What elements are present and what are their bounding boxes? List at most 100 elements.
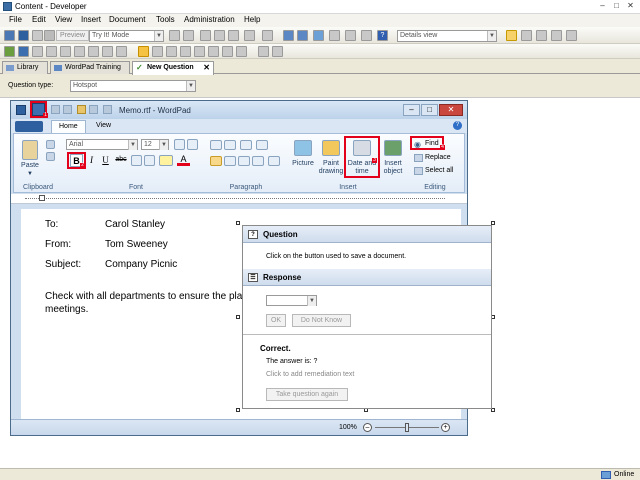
frame-split-icon[interactable]: [74, 46, 85, 57]
preview-button[interactable]: Preview: [56, 30, 89, 41]
tab-wordpad-training[interactable]: WordPad Training: [50, 61, 130, 74]
mode-select[interactable]: Try It! Mode ▼: [89, 30, 164, 42]
check-icon[interactable]: [44, 30, 55, 41]
frame-move-icon[interactable]: [60, 46, 71, 57]
menu-help[interactable]: Help: [244, 15, 260, 24]
paragraph-icon[interactable]: [268, 156, 280, 166]
next-frame-icon[interactable]: [272, 46, 283, 57]
properties-icon[interactable]: [329, 30, 340, 41]
insert-object-icon[interactable]: [384, 140, 402, 156]
close-tab-icon[interactable]: ✕: [203, 63, 210, 72]
question-type-select[interactable]: Hotspot ▼: [70, 80, 196, 92]
quick-undo-icon[interactable]: [51, 105, 60, 114]
increase-indent-icon[interactable]: [224, 140, 236, 150]
action-icon[interactable]: [194, 46, 205, 57]
indent-marker[interactable]: [39, 195, 45, 201]
replace-icon[interactable]: [414, 154, 423, 162]
prev-frame-icon[interactable]: [258, 46, 269, 57]
ok-button[interactable]: OK: [266, 314, 286, 327]
align-right-icon[interactable]: [238, 156, 250, 166]
frame-view-icon[interactable]: [566, 30, 577, 41]
print-icon[interactable]: [361, 30, 372, 41]
help-icon[interactable]: ?: [377, 30, 388, 41]
maximize-button[interactable]: □: [610, 1, 623, 12]
cut-icon[interactable]: [200, 30, 211, 41]
copy-icon[interactable]: [46, 152, 55, 161]
view-select[interactable]: Details view ▼: [397, 30, 497, 42]
paste-icon[interactable]: [228, 30, 239, 41]
align-left-icon[interactable]: [210, 156, 222, 166]
menu-edit[interactable]: Edit: [32, 15, 46, 24]
list-view-icon[interactable]: [521, 30, 532, 41]
paste-icon[interactable]: [22, 140, 38, 160]
selection-handle[interactable]: [236, 408, 240, 412]
outline-view-icon[interactable]: [536, 30, 547, 41]
line-spacing-icon[interactable]: [256, 140, 268, 150]
hotspot-icon[interactable]: [180, 46, 191, 57]
italic-button[interactable]: I: [86, 155, 97, 166]
pencil-icon[interactable]: [138, 46, 149, 57]
minimize-button[interactable]: –: [596, 1, 609, 12]
copy-icon[interactable]: [214, 30, 225, 41]
menu-view[interactable]: View: [55, 15, 72, 24]
selection-handle[interactable]: [236, 315, 240, 319]
menu-file[interactable]: File: [9, 15, 22, 24]
bullets-icon[interactable]: [240, 140, 252, 150]
font-size-select[interactable]: 12 ▼: [141, 139, 169, 150]
wp-minimize-button[interactable]: –: [403, 104, 420, 116]
zoom-in-icon[interactable]: +: [441, 423, 450, 432]
find-icon[interactable]: [262, 30, 273, 41]
font-family-select[interactable]: Arial ▼: [66, 139, 138, 150]
stop-icon[interactable]: [183, 30, 194, 41]
font-color-icon[interactable]: A: [177, 154, 190, 166]
shrink-font-icon[interactable]: [187, 139, 198, 150]
quick-print-icon[interactable]: [89, 105, 98, 114]
quick-preview-icon[interactable]: [103, 105, 112, 114]
insert-frame-icon[interactable]: [4, 46, 15, 57]
layout-view-icon[interactable]: [506, 30, 517, 41]
frame-edit-icon[interactable]: [32, 46, 43, 57]
paint-drawing-icon[interactable]: [322, 140, 340, 156]
wp-maximize-button[interactable]: □: [421, 104, 438, 116]
strikethrough-button[interactable]: abc: [114, 156, 128, 167]
menu-document[interactable]: Document: [109, 15, 145, 24]
ribbon-tab-view[interactable]: View: [89, 120, 118, 133]
lock-icon[interactable]: [32, 30, 43, 41]
frame-merge-icon[interactable]: [88, 46, 99, 57]
select-all-button[interactable]: Select all: [425, 167, 453, 174]
save-frame-icon[interactable]: [18, 46, 29, 57]
redo-icon[interactable]: [297, 30, 308, 41]
frame-paste-icon[interactable]: [116, 46, 127, 57]
take-question-again-button[interactable]: Take question again: [266, 388, 348, 401]
do-not-know-button[interactable]: Do Not Know: [292, 314, 351, 327]
wp-help-icon[interactable]: ?: [453, 121, 462, 130]
bubble-icon[interactable]: [152, 46, 163, 57]
picture-icon[interactable]: [294, 140, 312, 156]
quick-redo-icon[interactable]: [63, 105, 72, 114]
spell-icon[interactable]: [345, 30, 356, 41]
underline-button[interactable]: U: [100, 155, 111, 166]
response-select[interactable]: ▼: [266, 295, 317, 306]
remediation-text[interactable]: Click to add remediation text: [266, 371, 354, 378]
frame-copy-icon[interactable]: [102, 46, 113, 57]
save-icon[interactable]: [18, 30, 29, 41]
new-icon[interactable]: [4, 30, 15, 41]
zoom-out-icon[interactable]: –: [363, 423, 372, 432]
wp-close-button[interactable]: ✕: [439, 104, 463, 116]
frame-delete-icon[interactable]: [46, 46, 57, 57]
tab-library[interactable]: Library: [2, 61, 48, 74]
grow-font-icon[interactable]: [174, 139, 185, 150]
delete-icon[interactable]: [244, 30, 255, 41]
align-center-icon[interactable]: [224, 156, 236, 166]
cut-icon[interactable]: [46, 140, 55, 149]
ribbon-tab-home[interactable]: Home: [51, 120, 86, 133]
align-left-icon[interactable]: [208, 46, 219, 57]
decrease-indent-icon[interactable]: [210, 140, 222, 150]
record-icon[interactable]: [169, 30, 180, 41]
paste-dropdown-icon[interactable]: ▼: [18, 170, 42, 178]
zoom-slider[interactable]: [405, 423, 409, 432]
superscript-icon[interactable]: [144, 155, 155, 166]
topic-view-icon[interactable]: [551, 30, 562, 41]
app-menu-button[interactable]: [15, 121, 43, 132]
quick-open-icon[interactable]: [77, 105, 86, 114]
